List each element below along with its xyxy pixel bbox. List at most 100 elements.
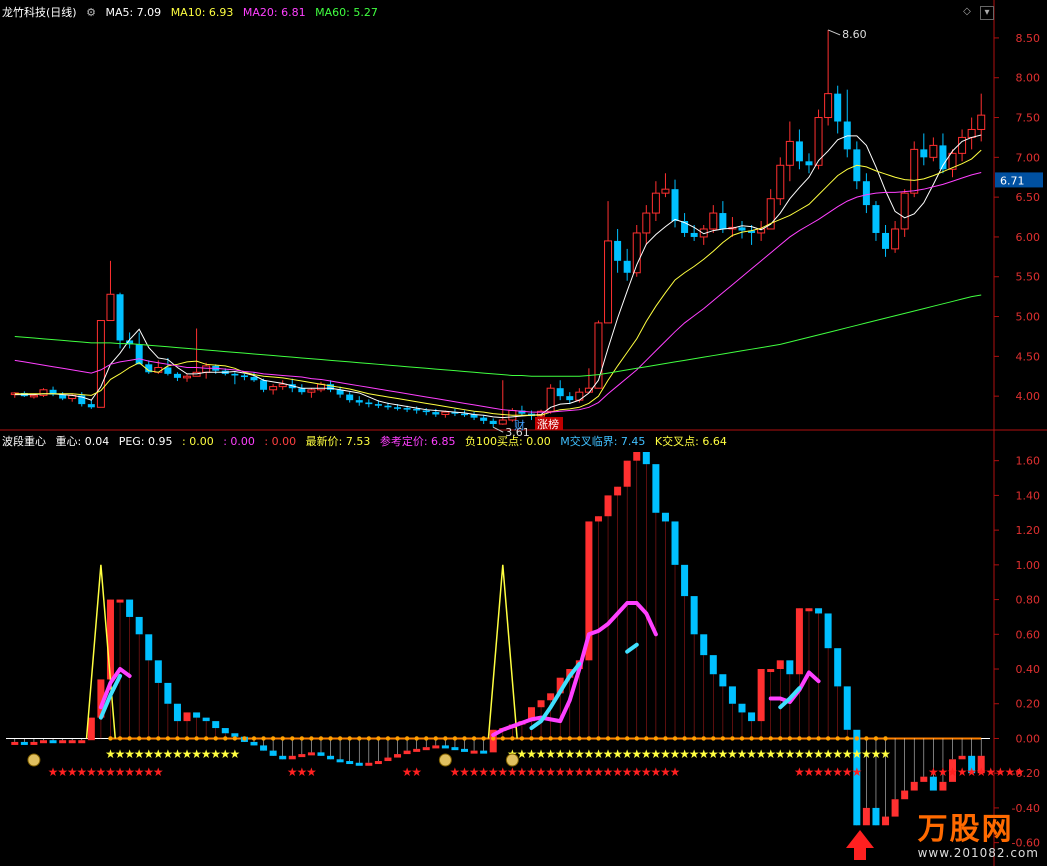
indicator-bar — [336, 759, 344, 763]
zero-dot — [299, 736, 305, 741]
price-header: 龙竹科技(日线) ⚙ MA5: 7.09 MA10: 6.93 MA20: 6.… — [2, 4, 384, 22]
zero-dot — [357, 736, 362, 741]
indicator-bar — [20, 741, 28, 745]
indicator-bar — [394, 754, 402, 758]
zero-dot — [682, 736, 687, 741]
zero-dot — [433, 736, 439, 741]
indicator-bar — [193, 712, 201, 718]
indicator-bar — [30, 741, 38, 745]
indicator-tick-label: 0.80 — [1016, 594, 1041, 607]
settings-gear-icon[interactable]: ⚙ — [86, 6, 96, 19]
candle-body — [39, 389, 48, 396]
candle-body — [862, 181, 870, 206]
indicator-bar — [202, 717, 210, 722]
ma20-line — [14, 171, 982, 413]
candle-body — [87, 404, 95, 408]
candle-body — [413, 408, 421, 411]
indicator-bar — [594, 516, 602, 522]
candle-body — [690, 232, 698, 237]
stock-title: 龙竹科技(日线) — [2, 6, 77, 19]
zero-dot — [577, 736, 582, 741]
indicator-tick-label: 0.20 — [1016, 698, 1041, 711]
zero-dot — [156, 736, 161, 741]
indicator-bar — [317, 752, 325, 756]
zero-dot — [175, 736, 180, 741]
candle-body — [977, 114, 986, 130]
price-tick-label: 7.00 — [1016, 151, 1041, 164]
indicator-bar — [642, 452, 650, 465]
zero-dot — [347, 736, 352, 741]
indicator-bar — [671, 521, 679, 565]
indicator-bar — [843, 686, 851, 730]
watermark-title: 万股网 — [917, 812, 1014, 847]
center-value: 重心: 0.04 — [55, 435, 110, 448]
candle-body — [785, 140, 794, 166]
indicator-bar — [795, 608, 803, 675]
candle-body — [967, 128, 976, 138]
zero-dot — [778, 736, 783, 741]
zero-dot — [127, 736, 132, 741]
candle-body — [29, 394, 38, 398]
indicator-bar — [384, 757, 392, 762]
zero-dot — [146, 736, 151, 741]
zero-dot — [462, 736, 467, 741]
money-bag-icon — [438, 753, 452, 767]
indicator-bar — [432, 745, 440, 749]
indicator-bar — [614, 486, 622, 496]
zero-dot — [806, 736, 812, 741]
zero-dot — [538, 736, 544, 741]
price-tick-label: 4.00 — [1016, 390, 1041, 403]
zero-dot — [481, 736, 486, 741]
zero-dot — [845, 736, 850, 741]
zero-dot — [213, 736, 218, 741]
zero-dot — [548, 736, 553, 741]
current-price-label: 6.71 — [1000, 174, 1025, 187]
candle-body — [776, 164, 785, 200]
indicator-bar — [49, 740, 57, 744]
scroll-down-icon[interactable]: ▾ — [980, 6, 994, 20]
diamond-icon[interactable]: ◇ — [961, 6, 973, 18]
indicator-bar — [939, 781, 947, 791]
zero-dot — [232, 736, 238, 741]
indicator-bar — [882, 816, 890, 826]
candle-body — [250, 377, 258, 381]
zero-dot — [825, 736, 831, 741]
indicator-bar — [719, 674, 727, 687]
zero-dot — [280, 736, 285, 741]
price-tick-label: 6.00 — [1016, 231, 1041, 244]
indicator-bar — [920, 776, 928, 782]
candle-body — [594, 322, 603, 389]
money-bag-icon — [505, 753, 519, 767]
indicator-bar — [298, 754, 306, 758]
indicator-bar — [212, 721, 220, 729]
indicator-tick-label: 0.60 — [1016, 628, 1041, 641]
price-tick-label: 6.50 — [1016, 191, 1041, 204]
zero-dot — [443, 736, 448, 741]
red-star: ★ — [851, 765, 862, 779]
indicator-bar — [441, 745, 449, 749]
indicator-bar — [690, 596, 698, 635]
candle-body — [489, 420, 497, 425]
indicator-bar — [480, 750, 488, 754]
yellow-star: ★ — [880, 747, 891, 761]
indicator-bar — [173, 703, 181, 722]
zero-dot — [663, 736, 668, 741]
ma60-line — [14, 294, 982, 377]
ma10-label: MA10: 6.93 — [170, 6, 234, 19]
candle-body — [709, 212, 718, 230]
zero-dot — [739, 736, 745, 741]
zero-dot — [290, 736, 295, 741]
candle-body — [96, 320, 105, 408]
candle-body — [882, 232, 890, 249]
candle-body — [805, 161, 813, 166]
zero-dot — [586, 736, 592, 741]
indicator-bar — [700, 634, 708, 656]
ma10-line — [14, 149, 982, 416]
zero-dot — [510, 736, 515, 741]
indicator-bar — [126, 599, 134, 617]
indicator-bar — [11, 741, 19, 745]
candle-body — [164, 367, 172, 374]
candle-body — [498, 419, 507, 425]
zero-dot — [691, 736, 697, 741]
up-arrow-icon — [846, 830, 874, 860]
